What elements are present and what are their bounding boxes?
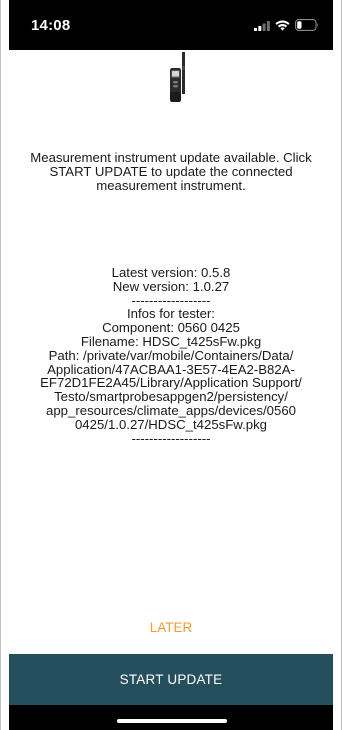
path-line: app_resources/climate_apps/devices/0560 [46, 402, 296, 418]
separator-bottom: ------------------ [131, 430, 211, 446]
cellular-signal-icon [254, 20, 270, 31]
measurement-probe-device-icon [161, 52, 201, 106]
latest-version-text: Latest version: 0.5.8 [111, 265, 231, 280]
tester-info-heading: Infos for tester: [127, 306, 215, 322]
wifi-icon [275, 20, 290, 31]
status-icons [254, 19, 319, 31]
status-time: 14:08 [31, 16, 71, 34]
start-update-button[interactable]: START UPDATE [9, 654, 333, 705]
status-bar: 14:08 [9, 0, 333, 50]
update-available-message: Measurement instrument update available.… [30, 150, 312, 193]
later-button[interactable]: LATER [9, 618, 333, 638]
path-line: Path: /private/var/mobile/Containers/Dat… [48, 347, 294, 363]
home-indicator[interactable] [117, 719, 227, 723]
separator-top: ------------------ [131, 292, 211, 308]
home-bar [9, 705, 333, 730]
version-info: Latest version: 0.5.8 New version: 1.0.2… [9, 266, 333, 445]
app-screen: 14:08 Measurement instrument update avai… [0, 0, 342, 730]
path-line: Application/47ACBAA1-3E57-4EA2-B82A- [47, 361, 295, 377]
component-text: Component: 0560 0425 [102, 320, 240, 336]
path-line: 0425/1.0.27/HDSC_t425sFw.pkg [74, 416, 268, 432]
battery-icon [295, 19, 319, 31]
path-line: EF72D1FE2A45/Library/Application Support… [40, 375, 302, 391]
new-version-text: New version: 1.0.27 [112, 278, 230, 294]
filename-text: Filename: HDSC_t425sFw.pkg [80, 333, 262, 349]
path-line: Testo/smartprobesappgen2/persistency/ [54, 389, 288, 405]
